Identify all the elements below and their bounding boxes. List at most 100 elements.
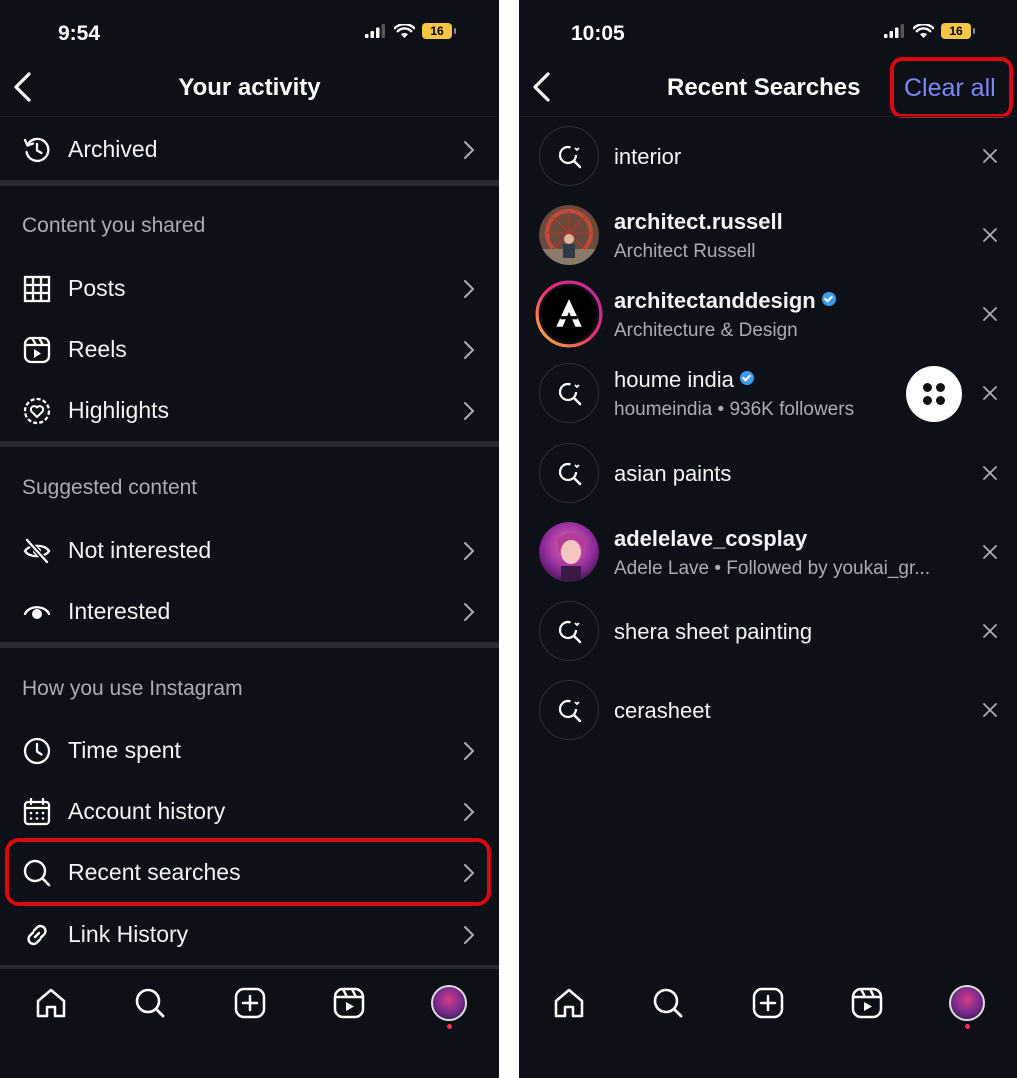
menu-item-highlights[interactable]: Highlights: [0, 381, 499, 439]
profile-avatar[interactable]: [431, 985, 467, 1021]
highlight-box: [5, 838, 491, 906]
search-title: shera sheet painting: [614, 619, 813, 644]
calendar-icon: [23, 797, 51, 826]
menu-item-posts[interactable]: Posts: [0, 259, 499, 317]
close-icon[interactable]: [983, 703, 997, 717]
search-item[interactable]: cerasheet: [519, 674, 1017, 746]
status-icons: 16: [365, 23, 456, 39]
add-icon[interactable]: [232, 985, 268, 1021]
chevron-right-icon: [464, 803, 475, 821]
section-separator: [0, 441, 499, 447]
close-icon[interactable]: [983, 228, 997, 242]
search-title: architectanddesign: [614, 288, 836, 314]
eye-icon: [23, 606, 51, 619]
search-item[interactable]: adelelave_cosplay Adele Lave • Followed …: [519, 516, 1017, 588]
highlights-icon: [23, 397, 51, 425]
chevron-right-icon: [464, 926, 475, 944]
section-separator: [0, 642, 499, 648]
close-icon[interactable]: [983, 624, 997, 638]
menu-label: Archived: [68, 136, 158, 162]
menu-item-reels[interactable]: Reels: [0, 320, 499, 378]
chevron-right-icon: [464, 402, 475, 420]
notification-dot: [965, 1024, 970, 1029]
verified-icon: [739, 371, 754, 385]
menu-label: Not interested: [68, 537, 212, 563]
section-title-suggested: Suggested content: [22, 476, 198, 499]
menu-item-link-history[interactable]: Link History: [0, 905, 499, 963]
add-icon[interactable]: [750, 985, 786, 1021]
recent-searches-screen: 10:05 16 Recent Searches Clear all inter…: [519, 0, 1017, 1078]
chevron-right-icon: [464, 341, 475, 359]
search-query-icon: [539, 680, 599, 740]
reels-icon[interactable]: [849, 985, 885, 1021]
page-title: Recent Searches: [667, 74, 861, 101]
search-item[interactable]: architectanddesign Architecture & Design: [519, 278, 1017, 350]
close-icon[interactable]: [983, 466, 997, 480]
avatar: [539, 205, 599, 265]
search-query-icon: [539, 443, 599, 503]
history-icon: [23, 137, 50, 162]
search-icon[interactable]: [132, 985, 168, 1021]
reels-icon: [23, 336, 51, 364]
back-chevron-icon[interactable]: [531, 72, 553, 102]
search-item[interactable]: architect.russell Architect Russell: [519, 199, 1017, 271]
search-subtitle: Architect Russell: [614, 241, 756, 262]
close-icon[interactable]: [983, 307, 997, 321]
search-item[interactable]: asian paints: [519, 437, 1017, 509]
notification-dot: [447, 1024, 452, 1029]
activity-header: Your activity: [0, 60, 499, 116]
bottom-nav: [0, 975, 499, 1035]
eye-slash-icon: [23, 538, 51, 564]
search-title: architect.russell: [614, 209, 783, 234]
menu-label: Posts: [68, 275, 126, 301]
chevron-right-icon: [464, 603, 475, 621]
search-subtitle: Architecture & Design: [614, 320, 798, 341]
close-icon[interactable]: [983, 149, 997, 163]
home-icon[interactable]: [551, 985, 587, 1021]
menu-label: Reels: [68, 336, 127, 362]
nav-separator: [0, 965, 499, 969]
menu-item-interested[interactable]: Interested: [0, 582, 499, 640]
section-separator: [0, 180, 499, 186]
avatar: [539, 522, 599, 582]
story-ring-avatar: [535, 280, 603, 348]
highlight-box: [890, 57, 1013, 118]
link-icon: [27, 924, 47, 946]
battery-indicator: 16: [941, 23, 975, 39]
header-divider: [0, 116, 499, 117]
verified-icon: [821, 292, 836, 306]
home-icon[interactable]: [33, 985, 69, 1021]
menu-label: Link History: [68, 921, 189, 947]
menu-item-archived[interactable]: Archived: [0, 120, 499, 178]
profile-avatar[interactable]: [949, 985, 985, 1021]
search-title: interior: [614, 144, 682, 169]
menu-label: Time spent: [68, 737, 181, 763]
menu-item-account-history[interactable]: Account history: [0, 782, 499, 840]
signal-icon: [365, 24, 385, 38]
your-activity-screen: 9:54 16 Your activity Archived Content y…: [0, 0, 499, 1078]
menu-item-not-interested[interactable]: Not interested: [0, 521, 499, 579]
search-title: adelelave_cosplay: [614, 526, 808, 551]
search-item[interactable]: shera sheet painting: [519, 595, 1017, 667]
clock-icon: [23, 737, 51, 765]
search-icon[interactable]: [650, 985, 686, 1021]
menu-label: Interested: [68, 598, 171, 624]
battery-indicator: 16: [422, 23, 456, 39]
search-subtitle: houmeindia • 936K followers: [614, 399, 855, 420]
close-icon[interactable]: [983, 386, 997, 400]
floating-assistive-button[interactable]: [906, 366, 962, 422]
search-query-icon: [539, 126, 599, 186]
menu-item-time-spent[interactable]: Time spent: [0, 721, 499, 779]
chevron-right-icon: [464, 542, 475, 560]
chevron-right-icon: [464, 742, 475, 760]
search-title: asian paints: [614, 461, 732, 486]
search-item[interactable]: interior: [519, 120, 1017, 192]
menu-label: Highlights: [68, 397, 169, 423]
grid-icon: [23, 275, 51, 303]
page-title: Your activity: [178, 74, 321, 101]
close-icon[interactable]: [983, 545, 997, 559]
header-divider: [519, 116, 1017, 117]
search-query-icon: [539, 363, 599, 423]
chevron-right-icon: [464, 280, 475, 298]
reels-icon[interactable]: [331, 985, 367, 1021]
